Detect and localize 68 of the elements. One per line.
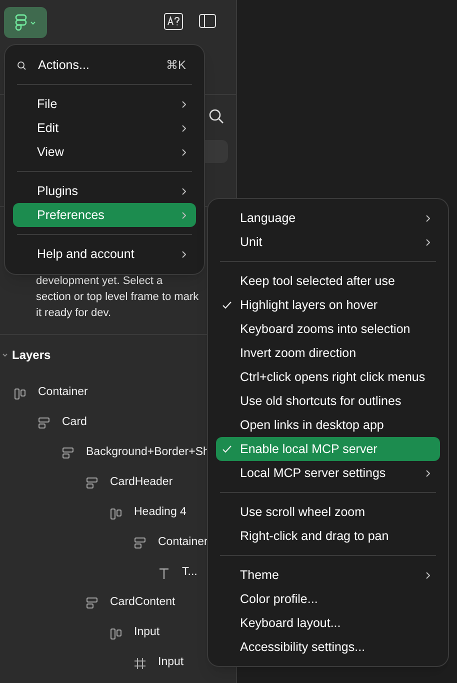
vertical-layout-icon (38, 416, 50, 430)
layer-item[interactable]: Container (158, 534, 208, 552)
chevron-right-icon (182, 148, 186, 156)
chevron-right-icon (182, 250, 186, 258)
menu-item[interactable]: Language (216, 206, 440, 230)
chevron-right-icon (182, 212, 186, 218)
layer-item[interactable]: T... (182, 564, 198, 582)
notice-text: section or top level frame to mark (36, 290, 200, 305)
menu-item[interactable]: Right-click and drag to pan (216, 524, 440, 548)
menu-item[interactable]: Edit (13, 116, 196, 140)
vertical-layout-icon (134, 536, 146, 550)
menu-item[interactable]: Enable local MCP server (216, 437, 440, 461)
menu-item[interactable]: Keyboard zooms into selection (216, 317, 440, 341)
menu-item[interactable]: Invert zoom direction (216, 341, 440, 365)
vertical-layout-icon (86, 596, 98, 610)
font-question-icon[interactable] (164, 13, 183, 30)
chevron-right-icon (426, 572, 430, 578)
app-menu-button[interactable] (4, 7, 47, 38)
horizontal-layout-icon (110, 506, 122, 520)
layer-item[interactable]: CardContent (110, 594, 176, 612)
layer-item[interactable]: CardHeader (110, 474, 173, 492)
menu-item[interactable]: Plugins (13, 179, 196, 203)
layer-item[interactable]: Background+Border+Sh (86, 444, 210, 462)
chevron-right-icon (182, 188, 186, 194)
menu-item[interactable]: Open links in desktop app (216, 413, 440, 437)
menu-item[interactable]: Color profile... (216, 587, 440, 611)
layer-item[interactable]: Card (62, 414, 87, 432)
menu-item[interactable]: Accessibility settings... (216, 635, 440, 659)
frame-icon (134, 656, 146, 670)
notice-text: development yet. Select a (36, 274, 164, 289)
chevron-right-icon (426, 470, 430, 476)
chevron-right-icon (426, 238, 430, 246)
section-title: Layers (12, 347, 51, 364)
layer-item[interactable]: Container (38, 384, 88, 402)
menu-item[interactable]: Use old shortcuts for outlines (216, 389, 440, 413)
sidebar-toggle-icon[interactable] (199, 14, 216, 28)
notice-text: it ready for dev. (36, 306, 112, 321)
search-icon[interactable] (209, 109, 224, 124)
vertical-layout-icon (86, 476, 98, 490)
menu-item[interactable]: View (13, 140, 196, 164)
layer-item[interactable]: Input (158, 654, 184, 672)
menu-item[interactable]: Theme (216, 563, 440, 587)
horizontal-layout-icon (14, 386, 26, 400)
menu-item[interactable]: Keep tool selected after use (216, 269, 440, 293)
menu-item[interactable]: Help and account (13, 242, 196, 266)
chevron-right-icon (426, 214, 430, 222)
menu-item[interactable]: File (13, 92, 196, 116)
check-icon (222, 301, 232, 309)
search-icon (17, 60, 26, 70)
actions-menu-item[interactable]: Actions... ⌘K (13, 53, 196, 77)
menu-item[interactable]: Preferences (13, 203, 196, 227)
logo-icon (15, 14, 27, 32)
check-icon (222, 445, 232, 453)
chevron-right-icon (182, 124, 186, 132)
menu-item[interactable]: Local MCP server settings (216, 461, 440, 485)
caret-icon (30, 20, 36, 24)
chevron-right-icon (182, 100, 186, 108)
caret-icon[interactable] (2, 353, 8, 357)
layer-item[interactable]: Input (134, 624, 160, 642)
menu-item[interactable]: Unit (216, 230, 440, 254)
menu-item[interactable]: Use scroll wheel zoom (216, 500, 440, 524)
menu-item[interactable]: Keyboard layout... (216, 611, 440, 635)
menu-item[interactable]: Ctrl+click opens right click menus (216, 365, 440, 389)
horizontal-layout-icon (110, 626, 122, 640)
menu-item[interactable]: Highlight layers on hover (216, 293, 440, 317)
text-icon (158, 566, 170, 580)
vertical-layout-icon (62, 446, 74, 460)
layer-item[interactable]: Heading 4 (134, 504, 186, 522)
